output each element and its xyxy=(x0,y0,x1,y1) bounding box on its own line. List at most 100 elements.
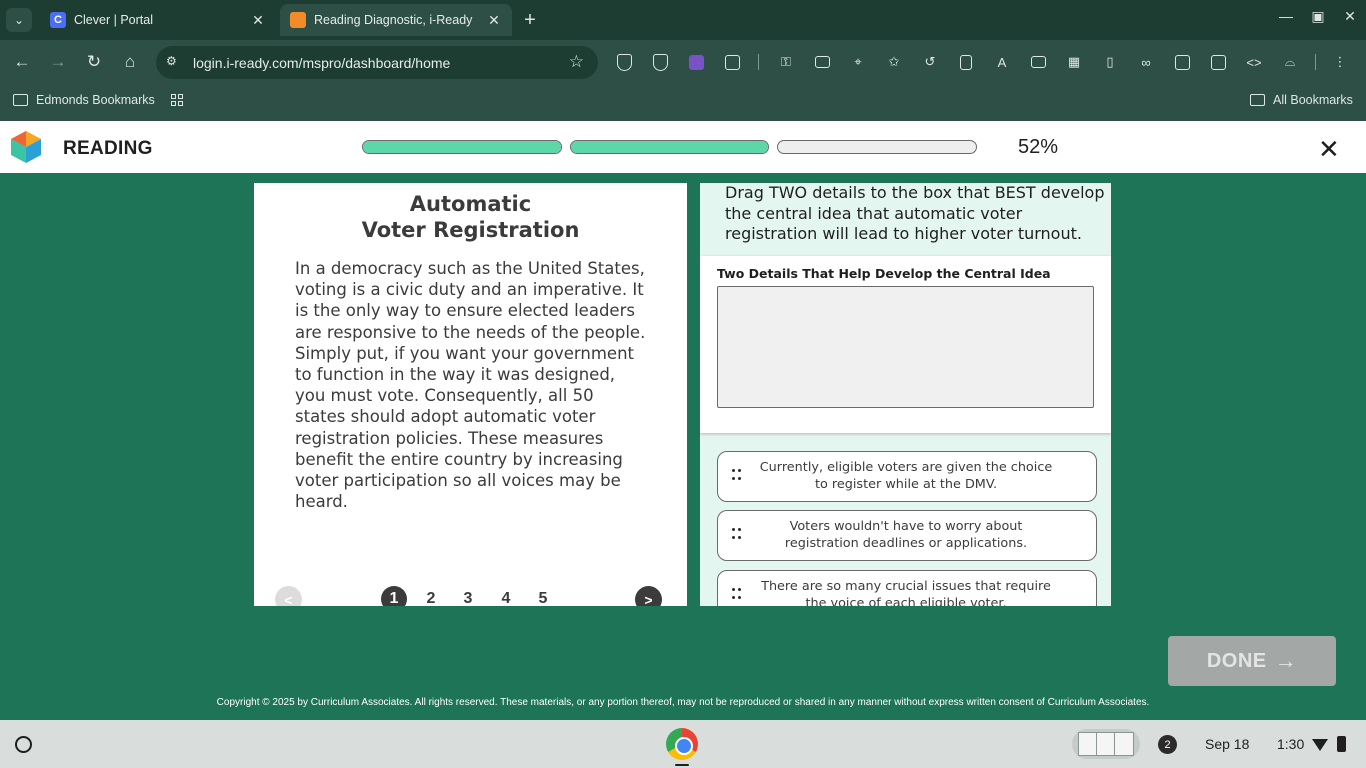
incognito-icon[interactable]: ⌓ xyxy=(1281,53,1299,71)
battery-icon[interactable] xyxy=(1337,736,1346,752)
apps-grid-icon[interactable] xyxy=(171,94,183,106)
url-text[interactable]: login.i-ready.com/mspro/dashboard/home xyxy=(193,55,450,71)
passage-body: In a democracy such as the United States… xyxy=(295,259,646,512)
page-3-button[interactable]: 3 xyxy=(455,586,481,606)
star-list-icon[interactable]: ✩ xyxy=(885,53,903,71)
tab-search-chevron-icon[interactable]: ⌄ xyxy=(6,8,32,32)
iready-favicon-icon xyxy=(290,12,306,28)
tab-layout-icon[interactable] xyxy=(1209,53,1227,71)
toolbar-separator xyxy=(1315,54,1316,70)
launcher-icon[interactable] xyxy=(15,736,32,753)
page-2-button[interactable]: 2 xyxy=(418,586,444,606)
page-4-button[interactable]: 4 xyxy=(493,586,519,606)
iready-cube-logo-icon xyxy=(11,131,41,163)
folder-icon xyxy=(1250,94,1265,106)
wifi-icon[interactable] xyxy=(1312,739,1328,751)
date-label[interactable]: Sep 18 xyxy=(1205,736,1249,752)
answer-choice-2[interactable]: Voters wouldn't have to worry about regi… xyxy=(717,510,1097,561)
app-title: READING xyxy=(63,138,153,159)
clever-favicon-icon: C xyxy=(50,12,66,28)
back-arrow-icon[interactable]: ← xyxy=(10,50,34,74)
question-panel[interactable]: Drag TWO details to the box that BEST de… xyxy=(700,183,1111,606)
page-1-button[interactable]: 1 xyxy=(381,586,407,606)
next-page-button[interactable]: > xyxy=(635,586,662,606)
tab-clever-portal[interactable]: C Clever | Portal ✕ xyxy=(40,4,276,36)
drag-handle-icon[interactable] xyxy=(732,528,742,542)
location-pin-icon[interactable]: ⌖ xyxy=(849,53,867,71)
tab-close-icon[interactable]: ✕ xyxy=(486,12,502,29)
tab-title: Clever | Portal xyxy=(74,13,153,27)
app-header: READING 52% ✕ xyxy=(0,121,1366,173)
bookmark-star-icon[interactable]: ☆ xyxy=(569,52,584,72)
tab-title: Reading Diagnostic, i-Ready xyxy=(314,13,473,27)
purple-extension-icon[interactable] xyxy=(687,53,705,71)
browser-tabbar: ⌄ C Clever | Portal ✕ Reading Diagnostic… xyxy=(0,0,1366,40)
chrome-browser-icon[interactable] xyxy=(666,728,698,760)
bookmark-label: Edmonds Bookmarks xyxy=(36,93,155,107)
restore-window-icon[interactable]: ▣ xyxy=(1306,8,1330,25)
site-info-icon[interactable]: ⚙ xyxy=(166,54,184,72)
thumbnail xyxy=(1078,732,1098,756)
passage-title-line: Voter Registration xyxy=(361,217,580,242)
link-icon[interactable]: ∞ xyxy=(1137,53,1155,71)
folder-icon xyxy=(13,94,28,106)
close-icon[interactable]: ✕ xyxy=(1318,134,1340,165)
holding-space-thumbnails[interactable] xyxy=(1072,729,1140,759)
tab-iready-diagnostic[interactable]: Reading Diagnostic, i-Ready ✕ xyxy=(280,4,512,36)
answer-dropzone[interactable] xyxy=(717,286,1094,408)
new-tab-plus-icon[interactable]: + xyxy=(518,8,542,32)
forward-arrow-icon[interactable]: → xyxy=(46,50,70,74)
home-icon[interactable]: ⌂ xyxy=(118,50,142,74)
print-icon[interactable] xyxy=(1029,53,1047,71)
shield-outline-extension-icon[interactable] xyxy=(651,53,669,71)
copyright-notice: Copyright © 2025 by Curriculum Associate… xyxy=(216,697,1150,708)
answer-choice-3[interactable]: There are so many crucial issues that re… xyxy=(717,570,1097,606)
more-menu-icon[interactable]: ⋮ xyxy=(1331,53,1349,71)
toolbar-separator xyxy=(758,54,759,70)
thumbnail xyxy=(1114,732,1134,756)
running-indicator xyxy=(675,764,689,766)
done-button[interactable]: DONE → xyxy=(1168,636,1336,686)
puzzle-extension-icon[interactable] xyxy=(723,53,741,71)
passage-title: Automatic Voter Registration xyxy=(254,192,687,243)
passage-pager: < 1 2 3 4 5 > xyxy=(254,586,687,606)
passage-title-line: Automatic xyxy=(409,192,532,216)
reload-icon[interactable]: ↻ xyxy=(82,50,106,74)
answer-choice-1[interactable]: Currently, eligible voters are given the… xyxy=(717,451,1097,502)
dropzone-label: Two Details That Help Develop the Centra… xyxy=(717,266,1051,281)
dropzone-card: Two Details That Help Develop the Centra… xyxy=(700,256,1111,433)
history-icon[interactable]: ↺ xyxy=(921,53,939,71)
previous-page-button[interactable]: < xyxy=(275,586,302,606)
address-bar[interactable]: ⚙ login.i-ready.com/mspro/dashboard/home… xyxy=(156,46,598,79)
progress-percent: 52% xyxy=(1018,136,1059,158)
page-5-button[interactable]: 5 xyxy=(530,586,556,606)
arrow-right-icon: → xyxy=(1274,648,1298,673)
drag-handle-icon[interactable] xyxy=(732,469,742,483)
tab-close-icon[interactable]: ✕ xyxy=(250,12,266,29)
close-window-icon[interactable]: ✕ xyxy=(1338,8,1362,25)
drag-handle-icon[interactable] xyxy=(732,588,742,602)
credit-card-icon[interactable] xyxy=(813,53,831,71)
trash-icon[interactable] xyxy=(957,53,975,71)
passage-panel[interactable]: Automatic Voter Registration In a democr… xyxy=(254,183,687,606)
code-icon[interactable]: <> xyxy=(1245,53,1263,71)
minimize-icon[interactable]: — xyxy=(1274,8,1298,24)
shield-extension-icon[interactable] xyxy=(615,53,633,71)
bookmark-folder-edmonds[interactable]: Edmonds Bookmarks xyxy=(13,93,155,107)
choice-text: There are so many crucial issues that re… xyxy=(761,579,1051,606)
question-prompt: Drag TWO details to the box that BEST de… xyxy=(725,183,1105,244)
choice-text: Voters wouldn't have to worry about regi… xyxy=(784,519,1028,551)
bookmark-folder-all[interactable]: All Bookmarks xyxy=(1250,93,1353,107)
translate-icon[interactable]: A xyxy=(993,53,1011,71)
key-icon[interactable]: ⚿ xyxy=(777,53,795,71)
bookmarks-bar: Edmonds Bookmarks All Bookmarks xyxy=(0,84,1366,121)
progress-segment xyxy=(362,140,562,154)
thumbnail xyxy=(1096,732,1116,756)
time-label[interactable]: 1:30 xyxy=(1277,736,1304,752)
done-label: DONE xyxy=(1206,649,1267,672)
reading-mode-icon[interactable]: ▯ xyxy=(1101,53,1119,71)
notification-count-badge[interactable]: 2 xyxy=(1158,735,1177,754)
cast-devices-icon[interactable] xyxy=(1173,53,1191,71)
qr-code-icon[interactable]: ▦ xyxy=(1065,53,1083,71)
bookmark-label: All Bookmarks xyxy=(1273,93,1353,107)
